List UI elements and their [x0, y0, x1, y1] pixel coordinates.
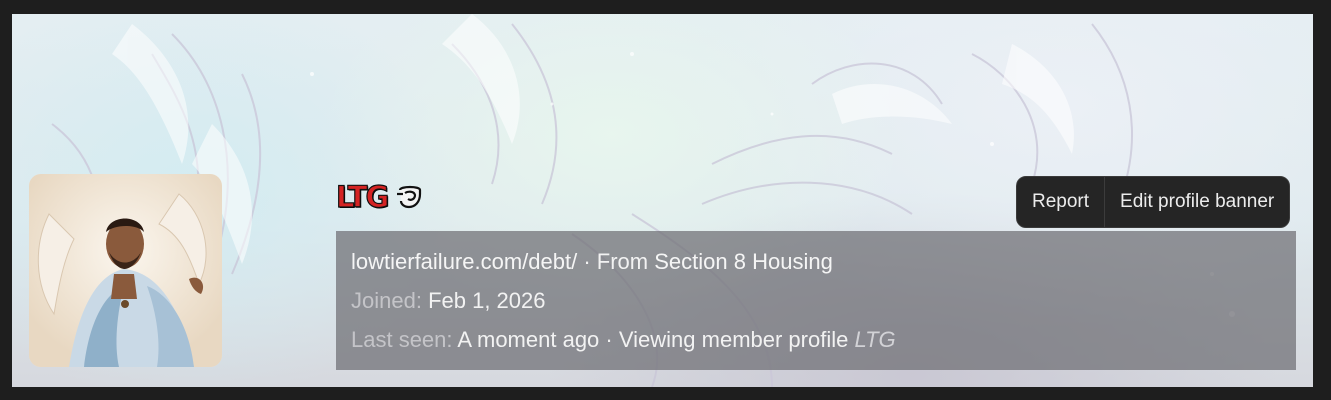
avatar-portrait — [29, 174, 222, 367]
profile-actions: Report Edit profile banner — [1016, 176, 1291, 228]
username-row: LTG — [335, 176, 425, 218]
location-prefix: From — [596, 249, 649, 274]
last-seen-value: A moment ago — [457, 327, 600, 352]
location-link[interactable]: Section 8 Housing — [654, 249, 833, 274]
edit-profile-banner-button[interactable]: Edit profile banner — [1104, 177, 1289, 227]
trophy-emblem-icon[interactable] — [395, 182, 425, 212]
joined-label: Joined: — [351, 288, 422, 313]
profile-about-line: lowtierfailure.com/debt/ · From Section … — [351, 247, 1281, 286]
last-seen-label: Last seen: — [351, 327, 453, 352]
last-seen-line: Last seen: A moment ago · Viewing member… — [351, 325, 1281, 364]
avatar[interactable] — [29, 174, 222, 367]
username[interactable]: LTG — [335, 179, 389, 214]
profile-info-panel: lowtierfailure.com/debt/ · From Section … — [336, 231, 1296, 370]
website-link[interactable]: lowtierfailure.com/debt/ — [351, 249, 577, 274]
joined-value: Feb 1, 2026 — [428, 288, 546, 313]
report-button[interactable]: Report — [1017, 177, 1104, 227]
separator: · — [605, 327, 613, 352]
activity-target-link[interactable]: LTG — [854, 327, 895, 352]
joined-line: Joined: Feb 1, 2026 — [351, 286, 1281, 325]
activity-text: Viewing member profile — [618, 327, 849, 352]
separator: · — [583, 249, 591, 274]
